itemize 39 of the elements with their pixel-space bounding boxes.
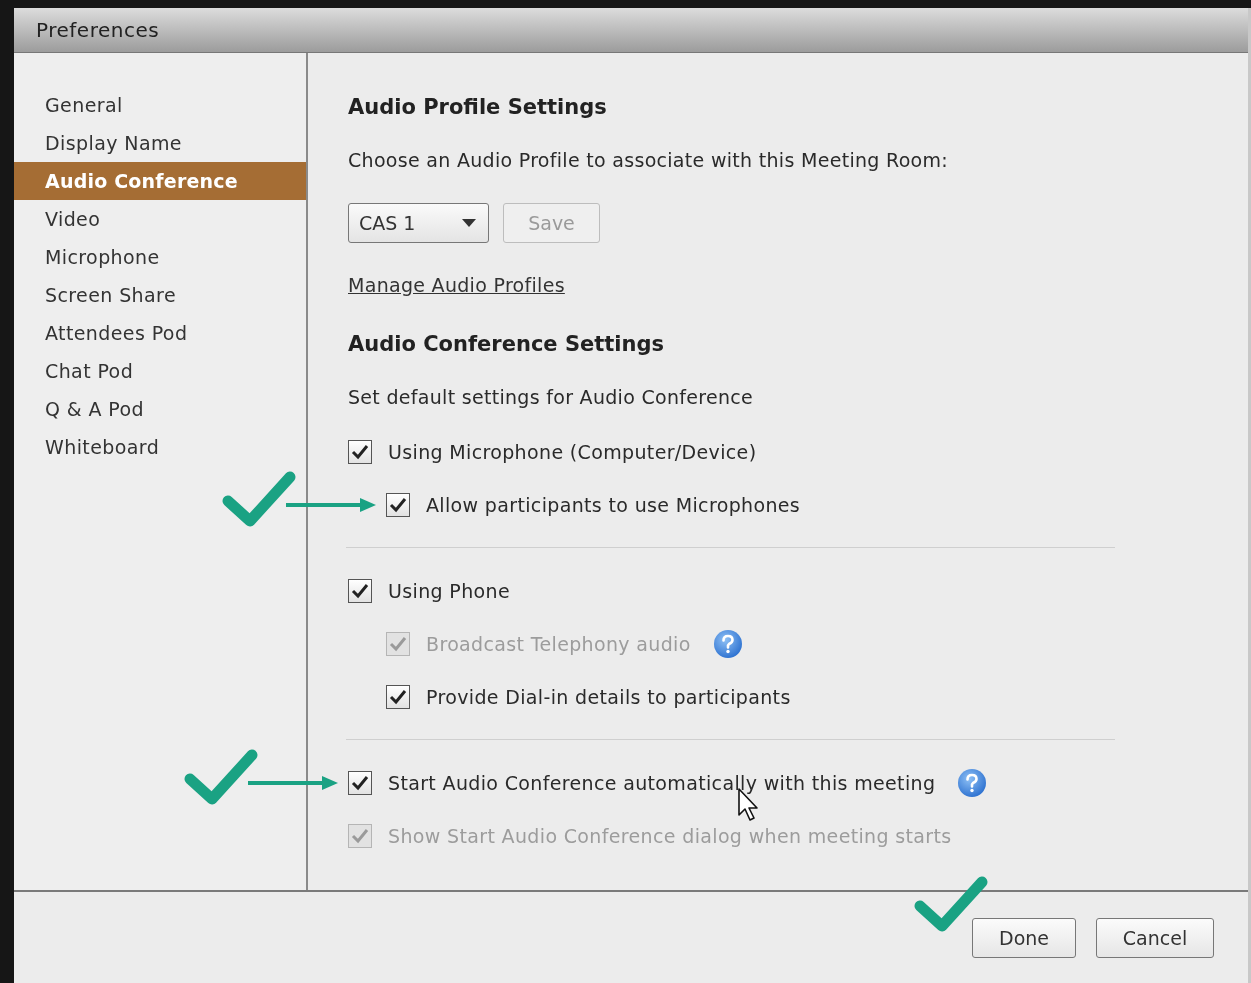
description-text: Set default settings for Audio Conference [348,385,754,409]
option-label: Broadcast Telephony audio [426,633,691,655]
sidebar-item[interactable]: Display Name [14,124,306,162]
sidebar-item[interactable]: Audio Conference [14,162,306,200]
option-label: Allow participants to use Microphones [426,494,801,516]
check-icon [351,444,369,460]
sidebar-item[interactable]: Attendees Pod [14,314,306,352]
checkbox[interactable] [386,493,410,517]
manage-profiles-link[interactable]: Manage Audio Profiles [348,273,565,297]
checkbox[interactable] [386,685,410,709]
description-text: Choose an Audio Profile to associate with this Meeting Room: [348,148,948,172]
checkbox[interactable] [348,440,372,464]
option-label: Provide Dial-in details to participants [426,686,791,708]
sidebar-item[interactable]: Screen Share [14,276,306,314]
option-label: Using Microphone (Computer/Device) [388,441,757,463]
sidebar-item[interactable]: Microphone [14,238,306,276]
sidebar-item[interactable]: Video [14,200,306,238]
dialog-button[interactable]: Cancel [1096,918,1214,958]
caret-icon [462,219,476,227]
option-label: Show Start Audio Conference dialog when meeting starts [388,825,952,847]
option-label: Using Phone [388,580,510,602]
check-icon [389,636,407,652]
section-heading: Audio Profile Settings [348,94,607,121]
sidebar-item[interactable]: Whiteboard [14,428,306,466]
sidebar-item[interactable]: General [14,86,306,124]
section-heading: Audio Conference Settings [348,331,664,358]
check-icon [351,828,369,844]
sidebar-item[interactable]: Q & A Pod [14,390,306,428]
checkbox[interactable] [348,579,372,603]
sidebar-item[interactable]: Chat Pod [14,352,306,390]
check-icon [351,583,369,599]
check-icon [351,775,369,791]
window-title: Preferences [36,18,160,42]
checkbox[interactable] [348,771,372,795]
option-label: Start Audio Conference automatically with this meeting [388,772,936,794]
profile-dropdown[interactable]: CAS 1 [348,203,489,243]
dialog-button[interactable]: Done [972,918,1076,958]
check-icon [389,497,407,513]
check-icon [389,689,407,705]
